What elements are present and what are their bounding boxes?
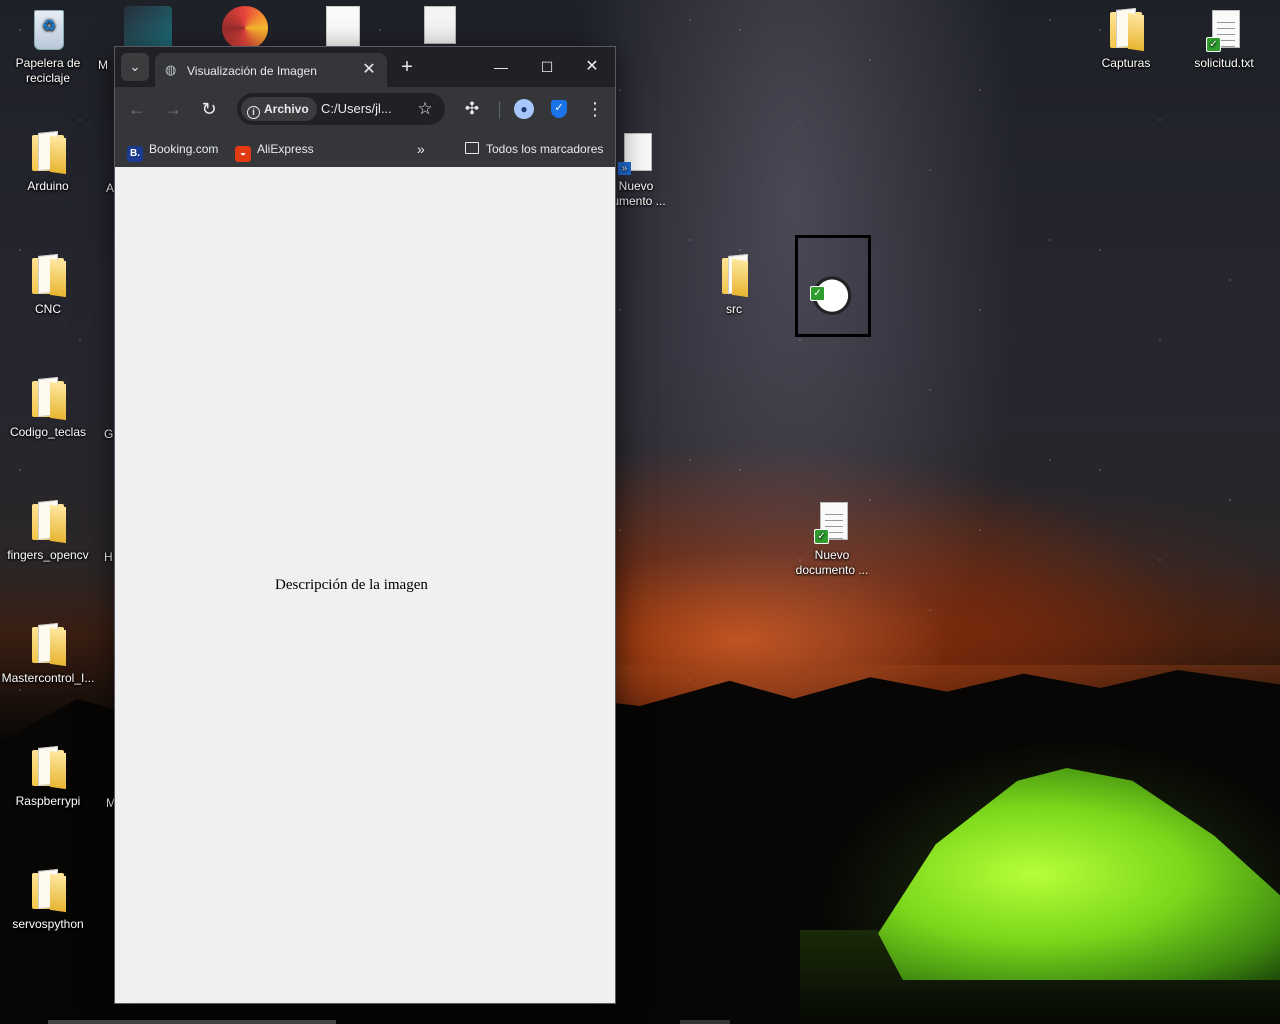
folder-icon bbox=[28, 746, 68, 790]
maximize-button[interactable]: ☐ bbox=[525, 51, 569, 83]
new-tab-button[interactable]: + bbox=[395, 55, 419, 79]
desktop-icon-label: Mastercontrol_I... bbox=[1, 671, 95, 685]
browser-toolbar: ← → ↻ i Archivo C:/Users/jl... ☆ ✣ ● ✓ ⋮ bbox=[115, 87, 615, 131]
bookmarks-bar: B. Booking.com ◒ AliExpress » Todos los ma… bbox=[115, 131, 615, 168]
shield-check-icon[interactable]: ✓ bbox=[551, 100, 567, 118]
back-button[interactable]: ← bbox=[123, 95, 151, 123]
tab-search-button[interactable]: ⌄ bbox=[121, 53, 149, 81]
desktop-icon-label: solicitud.txt bbox=[1194, 56, 1254, 70]
folder-icon bbox=[28, 500, 68, 544]
site-info-chip[interactable]: i Archivo bbox=[241, 97, 317, 121]
globe-icon: ◍ bbox=[165, 62, 177, 77]
text-document-icon: ✓ bbox=[812, 500, 852, 544]
forward-button[interactable]: → bbox=[159, 95, 187, 123]
reload-button[interactable]: ↻ bbox=[195, 95, 223, 123]
desktop-icon-label-line1: Nuevo bbox=[814, 548, 850, 562]
address-bar[interactable]: i Archivo C:/Users/jl... ☆ bbox=[237, 93, 445, 125]
shortcut-document-icon: » bbox=[616, 131, 656, 175]
taskbar-edge bbox=[48, 1020, 336, 1024]
sync-check-icon: ✓ bbox=[810, 286, 825, 301]
all-bookmarks-button[interactable]: Todos los marcadores bbox=[465, 140, 603, 158]
site-chip-label: Archivo bbox=[264, 102, 309, 116]
more-menu-icon[interactable]: ⋮ bbox=[583, 95, 607, 123]
desktop-icon-label: CNC bbox=[35, 302, 61, 316]
desktop-icon-src[interactable]: src bbox=[686, 254, 782, 317]
browser-window[interactable]: ⌄ ◍ Visualización de Imagen ✕ + — ☐ ✕ ← … bbox=[114, 46, 616, 1004]
desktop-icon-label-line2: documento ... bbox=[795, 563, 869, 577]
folder-icon bbox=[1106, 8, 1146, 52]
tab-title: Visualización de Imagen bbox=[187, 64, 317, 78]
desktop-icon-cnc[interactable]: CNC bbox=[0, 254, 96, 317]
blank-document-icon[interactable] bbox=[326, 6, 360, 48]
partial-icon-label: M bbox=[98, 58, 108, 72]
page-content: Descripción de la imagen bbox=[115, 167, 615, 1003]
text-document-icon[interactable] bbox=[424, 6, 456, 44]
bookmark-label: AliExpress bbox=[257, 142, 314, 156]
desktop-icon-arduino[interactable]: Arduino bbox=[0, 131, 96, 194]
folder-outline-icon bbox=[465, 142, 479, 154]
extensions-puzzle-icon[interactable]: ✣ bbox=[458, 95, 486, 123]
minimize-button[interactable]: — bbox=[479, 51, 523, 83]
bookmark-booking[interactable]: B. Booking.com bbox=[127, 140, 219, 162]
image-alt-text: Descripción de la imagen bbox=[275, 577, 428, 593]
tab-close-icon[interactable]: ✕ bbox=[359, 60, 379, 80]
bookmarks-overflow-button[interactable]: » bbox=[417, 140, 425, 158]
folder-icon bbox=[28, 254, 68, 298]
recycle-bin-icon bbox=[28, 8, 68, 52]
desktop-icon-raspberrypi[interactable]: Raspberrypi bbox=[0, 746, 96, 809]
tab-active[interactable]: ◍ Visualización de Imagen ✕ bbox=[155, 53, 387, 87]
booking-favicon-icon: B. bbox=[127, 146, 143, 162]
bookmark-aliexpress[interactable]: ◒ AliExpress bbox=[235, 140, 314, 162]
folder-icon bbox=[28, 869, 68, 913]
desktop-icon-codigo-teclas[interactable]: Codigo_teclas bbox=[0, 377, 96, 440]
toolbar-divider bbox=[499, 101, 500, 119]
desktop-icon-label: Papelera de reciclaje bbox=[15, 56, 81, 85]
all-bookmarks-label: Todos los marcadores bbox=[486, 142, 604, 156]
desktop-icon-mastercontrol[interactable]: Mastercontrol_I... bbox=[0, 623, 96, 686]
drag-preview-box: ✓ bbox=[795, 235, 871, 337]
desktop-icon-label: Arduino bbox=[27, 179, 69, 193]
desktop-icon-servospython[interactable]: servospython bbox=[0, 869, 96, 932]
browser-shortcut-icon[interactable] bbox=[222, 6, 268, 50]
url-text[interactable]: C:/Users/jl... bbox=[321, 101, 413, 116]
bookmark-label: Booking.com bbox=[149, 142, 219, 156]
desktop-icon-label: fingers_opencv bbox=[7, 548, 89, 562]
desktop-icon-nuevo-documento[interactable]: ✓ Nuevo documento ... bbox=[784, 500, 880, 578]
folder-icon bbox=[28, 377, 68, 421]
desktop-icon-label: Raspberrypi bbox=[15, 794, 81, 808]
partial-icon-label: H bbox=[104, 550, 113, 564]
desktop-icon-solicitud[interactable]: ✓ solicitud.txt bbox=[1176, 8, 1272, 71]
desktop-icon-label: src bbox=[726, 302, 742, 316]
desktop-icon-label: Capturas bbox=[1101, 56, 1151, 70]
aliexpress-favicon-icon: ◒ bbox=[235, 146, 251, 162]
profile-avatar-icon[interactable]: ● bbox=[514, 99, 534, 119]
partial-icon-label: G bbox=[104, 427, 114, 441]
desktop-icon-label: Codigo_teclas bbox=[9, 425, 87, 439]
desktop-icon-recycle-bin[interactable]: Papelera de reciclaje bbox=[0, 8, 96, 86]
taskbar-edge bbox=[680, 1020, 730, 1024]
folder-icon bbox=[714, 254, 754, 298]
desktop-icon-label: servospython bbox=[12, 917, 84, 931]
bookmark-star-icon[interactable]: ☆ bbox=[413, 97, 437, 121]
app-shortcut-icon[interactable] bbox=[124, 6, 172, 48]
broken-image: Descripción de la imagen bbox=[275, 577, 428, 594]
folder-icon bbox=[28, 131, 68, 175]
desktop-icon-fingers-opencv[interactable]: fingers_opencv bbox=[0, 500, 96, 563]
tab-strip: ⌄ ◍ Visualización de Imagen ✕ + — ☐ ✕ bbox=[115, 47, 615, 87]
folder-icon bbox=[28, 623, 68, 667]
text-document-icon: ✓ bbox=[1204, 8, 1244, 52]
desktop-icon-capturas[interactable]: Capturas bbox=[1078, 8, 1174, 71]
info-icon: i bbox=[247, 106, 260, 119]
close-window-button[interactable]: ✕ bbox=[570, 51, 614, 83]
